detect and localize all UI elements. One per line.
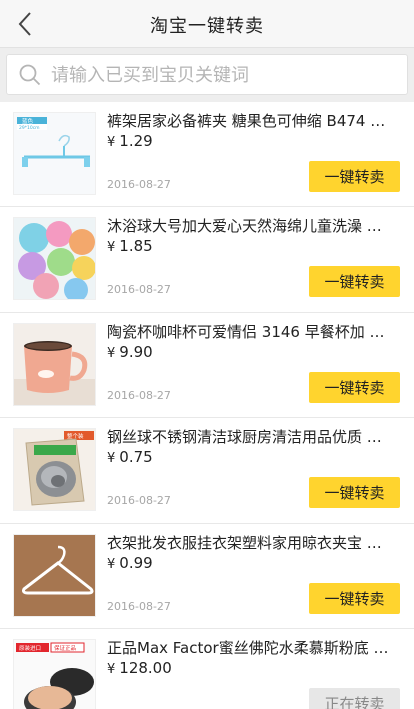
- product-name: 钢丝球不锈钢清洁球厨房清洁用品优质 …: [107, 428, 382, 447]
- list-item[interactable]: 衣架批发衣服挂衣架塑料家用晾衣夹宝 … ¥0.99 2016-08-27 一键转…: [0, 523, 414, 629]
- product-price: ¥128.00: [107, 659, 172, 677]
- product-thumbnail: [13, 533, 96, 617]
- thumb-size-tag: 29*10cm: [19, 125, 40, 131]
- resell-button[interactable]: 一键转卖: [309, 371, 400, 403]
- purchase-date: 2016-08-27: [107, 388, 171, 402]
- product-price: ¥0.99: [107, 554, 153, 572]
- foundation-image: 原装进口 保证正品: [14, 639, 95, 709]
- mug-image: [14, 323, 95, 405]
- resell-button[interactable]: 一键转卖: [309, 161, 400, 192]
- search-bar: [0, 48, 414, 102]
- product-price: ¥0.75: [107, 448, 153, 466]
- product-price: ¥1.29: [107, 132, 153, 150]
- reselling-status-button[interactable]: 正在转卖: [309, 687, 400, 709]
- product-thumbnail: 蓝色 29*10cm: [13, 112, 96, 195]
- thumb-color-tag: 蓝色: [22, 117, 34, 125]
- list-item[interactable]: 整个装 钢丝球不锈钢清洁球厨房清洁用品优质 … ¥0.75 2016-08-27…: [0, 418, 414, 524]
- app-header: 淘宝一键转卖: [0, 0, 414, 48]
- list-item[interactable]: 陶瓷杯咖啡杯可爱情侣 3146 早餐杯加 … ¥9.90 2016-08-27 …: [0, 312, 414, 419]
- purchased-items-list: 蓝色 29*10cm 裤架居家必备裤夹 糖果色可伸缩 B474 … ¥1.29 …: [0, 102, 414, 709]
- currency-symbol: ¥: [107, 345, 116, 361]
- clothes-hanger-image: [14, 534, 95, 616]
- bath-puff-image: [14, 218, 95, 300]
- product-thumbnail: [13, 322, 96, 406]
- product-name: 沐浴球大号加大爱心天然海绵儿童洗澡 …: [107, 217, 382, 236]
- product-name: 陶瓷杯咖啡杯可爱情侣 3146 早餐杯加 …: [107, 322, 385, 341]
- purchase-date: 2016-08-27: [107, 178, 171, 191]
- currency-symbol: ¥: [107, 556, 116, 572]
- currency-symbol: ¥: [107, 135, 116, 150]
- product-name: 裤架居家必备裤夹 糖果色可伸缩 B474 …: [107, 112, 386, 130]
- product-thumbnail: [13, 217, 96, 301]
- purchase-date: 2016-08-27: [107, 283, 171, 297]
- price-value: 1.29: [119, 132, 153, 150]
- product-name: 衣架批发衣服挂衣架塑料家用晾衣夹宝 …: [107, 533, 382, 552]
- product-thumbnail: 原装进口 保证正品: [13, 638, 96, 709]
- currency-symbol: ¥: [107, 661, 116, 677]
- product-price: ¥9.90: [107, 343, 153, 361]
- purchase-date: 2016-08-27: [107, 494, 171, 508]
- product-name: 正品Max Factor蜜丝佛陀水柔慕斯粉底 …: [107, 638, 389, 657]
- list-item[interactable]: 原装进口 保证正品 正品Max Factor蜜丝佛陀水柔慕斯粉底 … ¥128.…: [0, 628, 414, 709]
- price-value: 9.90: [119, 342, 153, 361]
- search-icon: [19, 64, 41, 86]
- search-input[interactable]: [51, 59, 401, 91]
- price-value: 1.85: [119, 237, 153, 256]
- currency-symbol: ¥: [107, 240, 116, 256]
- list-item[interactable]: 蓝色 29*10cm 裤架居家必备裤夹 糖果色可伸缩 B474 … ¥1.29 …: [0, 102, 414, 208]
- thumb-import-tag: 原装进口: [19, 644, 41, 652]
- product-price: ¥1.85: [107, 237, 153, 255]
- resell-button[interactable]: 一键转卖: [309, 477, 400, 509]
- page-title: 淘宝一键转卖: [150, 16, 264, 37]
- purchase-date: 2016-08-27: [107, 599, 171, 613]
- resell-button[interactable]: 一键转卖: [309, 582, 400, 614]
- search-box: [6, 54, 408, 95]
- resell-button[interactable]: 一键转卖: [309, 266, 400, 298]
- price-value: 0.75: [119, 448, 153, 467]
- pants-hanger-image: 蓝色 29*10cm: [14, 113, 95, 194]
- list-item[interactable]: 沐浴球大号加大爱心天然海绵儿童洗澡 … ¥1.85 2016-08-27 一键转…: [0, 207, 414, 313]
- currency-symbol: ¥: [107, 451, 116, 467]
- price-value: 128.00: [119, 658, 172, 677]
- thumb-genuine-tag: 保证正品: [54, 644, 77, 652]
- price-value: 0.99: [119, 553, 153, 572]
- steel-wool-image: 整个装: [14, 429, 95, 511]
- product-thumbnail: 整个装: [13, 428, 96, 512]
